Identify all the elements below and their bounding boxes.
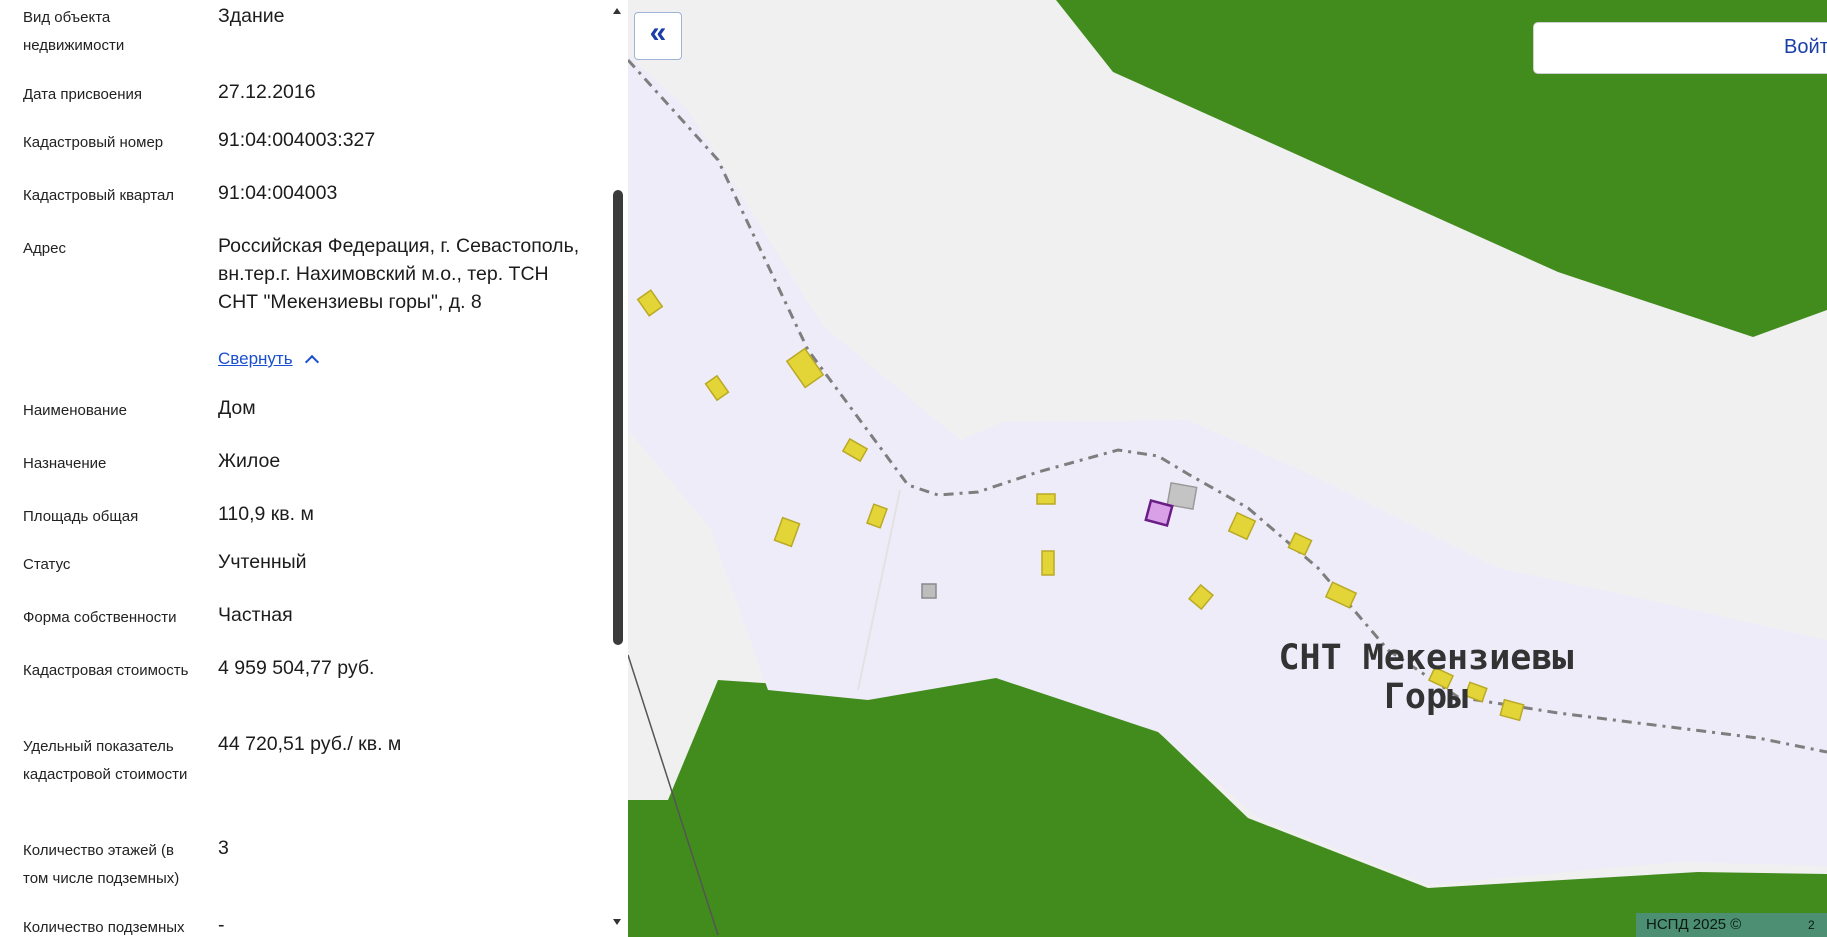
map-canvas[interactable]: СНТ Мекензиевы Горы xyxy=(628,0,1827,937)
property-value: - xyxy=(218,914,225,936)
property-label: Площадь общая xyxy=(23,508,139,525)
property-label: Статус xyxy=(23,556,71,573)
property-label: Дата присвоения xyxy=(23,86,142,103)
address-toggle[interactable]: Свернуть xyxy=(218,347,319,371)
property-value: Жилое xyxy=(218,450,281,472)
scroll-down-arrow-icon[interactable] xyxy=(613,919,621,925)
panel-scrollbar[interactable] xyxy=(610,0,628,937)
property-label: Количество этажей (в том числе подземных… xyxy=(23,842,180,887)
property-label: Форма собственности xyxy=(23,609,177,626)
property-value: 91:04:004003 xyxy=(218,182,338,204)
login-button[interactable]: Войти xyxy=(1533,22,1827,74)
property-label: Количество подземных xyxy=(23,919,185,936)
building[interactable] xyxy=(1036,493,1056,505)
property-label: Удельный показатель кадастровой стоимост… xyxy=(23,738,188,783)
map-view[interactable]: СНТ Мекензиевы Горы xyxy=(628,0,1827,937)
object-info-panel: Вид объекта недвижимости Здание Дата при… xyxy=(0,0,629,937)
chevron-up-icon xyxy=(304,354,319,369)
scale-bar-fragment: 2 xyxy=(1808,918,1815,932)
property-label: Кадастровый квартал xyxy=(23,187,175,204)
property-label: Адрес xyxy=(23,240,66,257)
property-value: Здание xyxy=(218,5,285,27)
building[interactable] xyxy=(1041,550,1055,576)
scroll-up-arrow-icon[interactable] xyxy=(613,8,621,14)
collapse-address-link[interactable]: Свернуть xyxy=(218,347,319,371)
property-value: 91:04:004003:327 xyxy=(218,129,376,151)
property-value: 110,9 кв. м xyxy=(218,503,314,525)
double-chevron-left-icon: « xyxy=(649,16,667,49)
place-label-line1: СНТ Мекензиевы xyxy=(1278,638,1573,678)
property-value: Частная xyxy=(218,604,293,626)
property-label: Наименование xyxy=(23,402,127,419)
collapse-address-label: Свернуть xyxy=(218,349,293,368)
property-value: Учтенный xyxy=(218,551,307,573)
selected-building[interactable] xyxy=(1144,498,1174,528)
property-value: 44 720,51 руб./ кв. м xyxy=(218,733,402,755)
property-value: 27.12.2016 xyxy=(218,81,316,103)
collapse-panel-button[interactable]: « xyxy=(634,12,682,60)
property-value: 3 xyxy=(218,837,229,859)
property-value: 4 959 504,77 руб. xyxy=(218,657,375,679)
property-value: Российская Федерация, г. Севастополь, вн… xyxy=(218,235,580,313)
property-label: Кадастровая стоимость xyxy=(23,662,189,679)
building[interactable] xyxy=(921,583,937,599)
property-label: Кадастровый номер xyxy=(23,134,164,151)
property-label: Вид объекта недвижимости xyxy=(23,9,125,54)
map-attribution: НСПД 2025 © xyxy=(1636,913,1827,937)
property-value: Дом xyxy=(218,397,256,419)
scroll-thumb[interactable] xyxy=(613,190,623,645)
place-label-line2: Горы xyxy=(1384,677,1468,717)
login-button-label: Войти xyxy=(1784,36,1827,58)
property-label: Назначение xyxy=(23,455,107,472)
